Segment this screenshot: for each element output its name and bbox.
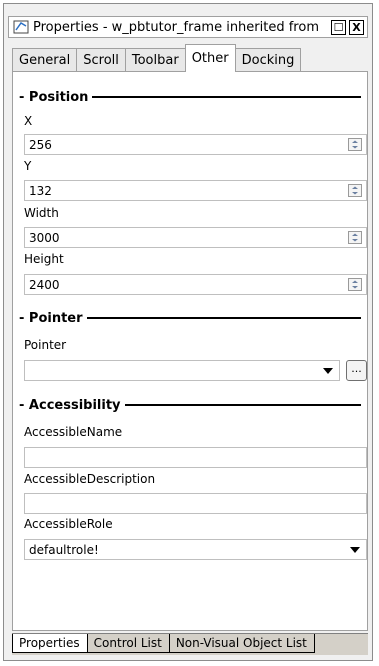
- accessible-role-value: defaultrole!: [29, 542, 99, 557]
- section-divider: [92, 96, 361, 98]
- width-field[interactable]: 3000: [24, 227, 367, 248]
- position-heading: - Position: [19, 89, 89, 105]
- pointer-heading: - Pointer: [19, 310, 83, 326]
- tab-other[interactable]: Other: [184, 44, 236, 72]
- height-value: 2400: [29, 277, 60, 292]
- restore-button[interactable]: ☐: [331, 19, 346, 35]
- properties-window: Properties - w_pbtutor_frame inherited f…: [3, 3, 373, 661]
- accessible-description-input[interactable]: [24, 493, 367, 514]
- properties-panel: - Position X 256 Y 132 Width 3000 Height: [12, 71, 368, 631]
- section-divider: [124, 404, 361, 406]
- height-label: Height: [24, 252, 64, 266]
- accessible-role-label: AccessibleRole: [24, 517, 113, 531]
- spin-arrows-icon[interactable]: [347, 183, 363, 198]
- width-value: 3000: [29, 230, 60, 245]
- pointer-combobox[interactable]: [24, 360, 340, 381]
- width-label: Width: [24, 206, 59, 220]
- tab-general[interactable]: General: [12, 48, 78, 72]
- pointer-browse-button[interactable]: ...: [346, 360, 367, 381]
- x-label: X: [24, 114, 33, 128]
- x-field[interactable]: 256: [24, 134, 367, 155]
- tab-properties[interactable]: Properties: [12, 634, 88, 653]
- position-section-header: - Position: [19, 89, 361, 105]
- tab-toolbar[interactable]: Toolbar: [124, 48, 186, 72]
- chevron-down-icon[interactable]: [348, 543, 362, 557]
- tab-docking[interactable]: Docking: [234, 48, 302, 72]
- accessible-role-dropdown[interactable]: defaultrole!: [24, 539, 367, 560]
- y-label: Y: [24, 159, 32, 173]
- view-tabs: Properties Control List Non-Visual Objec…: [12, 633, 368, 655]
- properties-window-icon: [12, 19, 30, 35]
- height-field[interactable]: 2400: [24, 274, 367, 295]
- accessibility-section-header: - Accessibility: [19, 397, 361, 413]
- property-tabs: General Scroll Toolbar Other Docking: [12, 44, 302, 72]
- y-field[interactable]: 132: [24, 180, 367, 201]
- tab-non-visual-object-list[interactable]: Non-Visual Object List: [168, 634, 315, 653]
- spin-arrows-icon[interactable]: [347, 137, 363, 152]
- spin-arrows-icon[interactable]: [347, 277, 363, 292]
- section-divider: [86, 317, 361, 319]
- spin-arrows-icon[interactable]: [347, 230, 363, 245]
- x-value: 256: [29, 137, 52, 152]
- tab-scroll[interactable]: Scroll: [76, 48, 126, 72]
- accessible-name-label: AccessibleName: [24, 425, 123, 439]
- pointer-label: Pointer: [24, 338, 67, 352]
- y-value: 132: [29, 183, 52, 198]
- chevron-down-icon[interactable]: [321, 364, 335, 378]
- accessible-name-input[interactable]: [24, 447, 367, 468]
- close-button[interactable]: X: [349, 19, 364, 35]
- window-title: Properties - w_pbtutor_frame inherited f…: [33, 19, 319, 35]
- accessible-description-label: AccessibleDescription: [24, 472, 156, 486]
- accessibility-heading: - Accessibility: [19, 397, 121, 413]
- title-bar[interactable]: Properties - w_pbtutor_frame inherited f…: [8, 16, 368, 38]
- pointer-section-header: - Pointer: [19, 310, 361, 326]
- tab-control-list[interactable]: Control List: [86, 634, 170, 653]
